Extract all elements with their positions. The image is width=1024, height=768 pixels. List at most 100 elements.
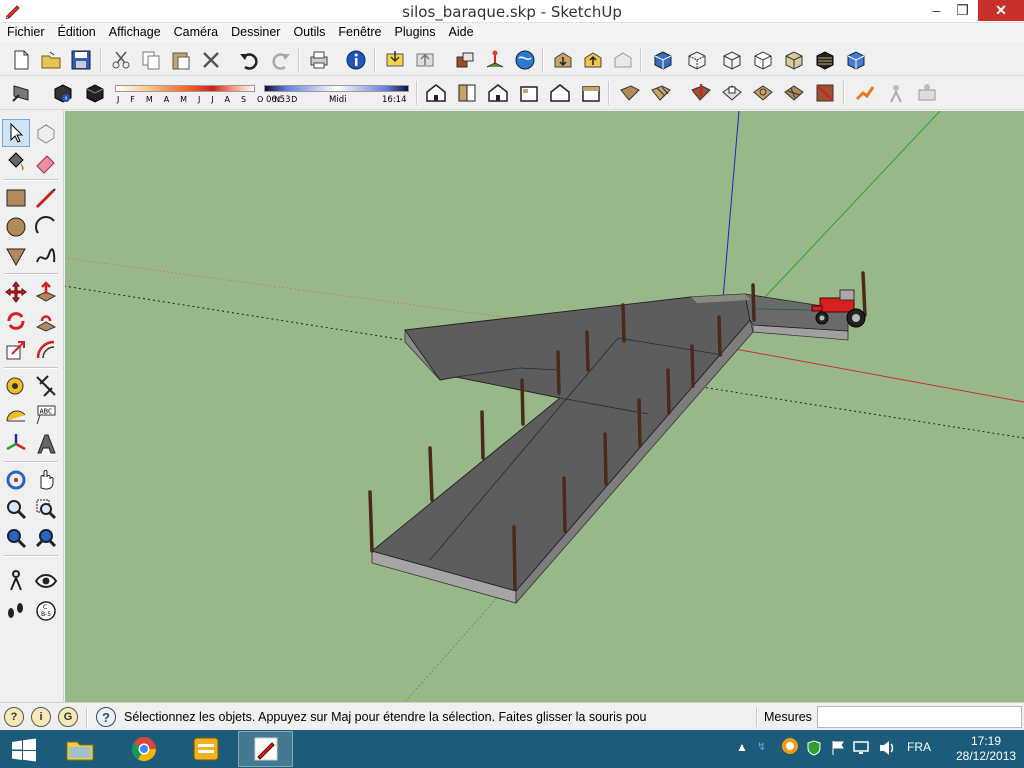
- dimension-tool-icon[interactable]: [32, 372, 60, 400]
- pan-tool-icon[interactable]: [32, 466, 60, 494]
- line-tool-icon[interactable]: [32, 184, 60, 212]
- walk-tool-icon[interactable]: [2, 597, 30, 625]
- look-around-tool-icon[interactable]: [32, 567, 60, 595]
- text-tool-icon[interactable]: ABC: [32, 401, 60, 429]
- circle-tool-icon[interactable]: [2, 213, 30, 241]
- share-model-icon[interactable]: [412, 47, 437, 72]
- wireframe-icon[interactable]: [719, 47, 744, 72]
- shadow-time-slider[interactable]: 06:53 Midi 16:14: [264, 79, 409, 107]
- xray-icon[interactable]: [650, 47, 675, 72]
- close-button[interactable]: ✕: [978, 0, 1024, 21]
- minimize-button[interactable]: –: [922, 0, 951, 21]
- zoom-window-icon[interactable]: [32, 495, 60, 523]
- measures-input[interactable]: [817, 706, 1022, 728]
- back-view-icon[interactable]: [547, 80, 572, 105]
- add-detail-icon[interactable]: [781, 80, 806, 105]
- tray-network-icon[interactable]: [853, 740, 871, 759]
- model-info-icon[interactable]: [343, 47, 368, 72]
- arc-tool-icon[interactable]: [32, 213, 60, 241]
- rotate-tool-icon[interactable]: [2, 307, 30, 335]
- shaded-textures-icon[interactable]: [812, 47, 837, 72]
- get-models-icon[interactable]: [382, 47, 407, 72]
- menu-camera[interactable]: Caméra: [167, 23, 224, 39]
- save-icon[interactable]: [68, 47, 93, 72]
- menu-edition[interactable]: Édition: [51, 23, 102, 39]
- tray-clock[interactable]: 17:19 28/12/2013: [956, 734, 1016, 764]
- sandbox-scratch-icon[interactable]: [648, 80, 673, 105]
- scale-tool-icon[interactable]: [2, 336, 30, 364]
- drawing-viewport[interactable]: [65, 111, 1024, 702]
- stamp-icon[interactable]: [719, 80, 744, 105]
- position-camera-icon[interactable]: [883, 80, 908, 105]
- polygon-tool-icon[interactable]: [2, 242, 30, 270]
- zoom-tool-icon[interactable]: [2, 495, 30, 523]
- make-component-icon[interactable]: [32, 119, 60, 147]
- geo-location-icon[interactable]: ?: [4, 707, 24, 727]
- freehand-tool-icon[interactable]: [32, 242, 60, 270]
- erase-selection-icon[interactable]: [198, 47, 223, 72]
- move-tool-icon[interactable]: [2, 278, 30, 306]
- paint-bucket-icon[interactable]: [2, 148, 30, 176]
- position-camera-tool-icon[interactable]: [2, 567, 30, 595]
- iso-view-icon[interactable]: [423, 80, 448, 105]
- push-pull-tool-icon[interactable]: [32, 278, 60, 306]
- paste-icon[interactable]: [168, 47, 193, 72]
- shadow-month-slider[interactable]: J F M A M J J A S O N D: [115, 79, 297, 107]
- menu-affichage[interactable]: Affichage: [102, 23, 167, 39]
- copy-icon[interactable]: [138, 47, 163, 72]
- smoove-icon[interactable]: [688, 80, 713, 105]
- warehouse-share-icon[interactable]: [580, 47, 605, 72]
- menu-fichier[interactable]: Fichier: [0, 23, 51, 39]
- tray-flag-icon[interactable]: [830, 740, 846, 759]
- undo-icon[interactable]: [236, 47, 261, 72]
- menu-fenetre[interactable]: Fenêtre: [331, 23, 387, 39]
- 3d-text-icon[interactable]: [32, 430, 60, 458]
- back-edges-icon[interactable]: [684, 47, 709, 72]
- select-tool-icon[interactable]: [2, 119, 30, 147]
- rectangle-tool-icon[interactable]: [2, 184, 30, 212]
- taskbar-file-explorer[interactable]: [52, 731, 107, 767]
- eraser-icon[interactable]: [32, 148, 60, 176]
- open-file-icon[interactable]: [38, 47, 63, 72]
- drape-icon[interactable]: [750, 80, 775, 105]
- sandbox-contours-icon[interactable]: [617, 80, 642, 105]
- walk-through-icon[interactable]: [852, 80, 877, 105]
- zoom-previous-icon[interactable]: [2, 524, 30, 552]
- top-view-icon[interactable]: [454, 80, 479, 105]
- tray-network-app-icon[interactable]: ↯: [757, 740, 766, 753]
- menu-dessiner[interactable]: Dessiner: [224, 23, 286, 39]
- tray-volume-icon[interactable]: [878, 740, 896, 759]
- tray-expand-icon[interactable]: ▲: [736, 740, 748, 754]
- left-view-icon[interactable]: [578, 80, 603, 105]
- sign-in-icon[interactable]: G: [58, 707, 78, 727]
- zoom-extents-icon[interactable]: [32, 524, 60, 552]
- flip-edge-icon[interactable]: [812, 80, 837, 105]
- display-shadows-icon[interactable]: [82, 80, 107, 105]
- google-earth-icon[interactable]: [512, 47, 537, 72]
- protractor-icon[interactable]: [2, 401, 30, 429]
- offset-tool-icon[interactable]: [32, 336, 60, 364]
- hidden-line-icon[interactable]: [750, 47, 775, 72]
- tray-orange-icon[interactable]: [781, 737, 799, 758]
- follow-me-tool-icon[interactable]: [32, 307, 60, 335]
- taskbar-sketchup[interactable]: [238, 731, 293, 767]
- restore-button[interactable]: ❐: [948, 0, 977, 21]
- menu-outils[interactable]: Outils: [286, 23, 331, 39]
- menu-aide[interactable]: Aide: [442, 23, 480, 39]
- add-location-icon[interactable]: [482, 47, 507, 72]
- section-plane-tool-icon[interactable]: C B-5: [32, 597, 60, 625]
- shadow-settings-icon[interactable]: [50, 80, 75, 105]
- windows-start-icon[interactable]: [10, 738, 38, 762]
- right-view-icon[interactable]: [516, 80, 541, 105]
- tape-measure-icon[interactable]: [2, 372, 30, 400]
- new-file-icon[interactable]: [8, 47, 33, 72]
- warehouse-get-icon[interactable]: [550, 47, 575, 72]
- cut-icon[interactable]: [108, 47, 133, 72]
- redo-icon[interactable]: [268, 47, 293, 72]
- monochrome-icon[interactable]: [843, 47, 868, 72]
- tray-shield-icon[interactable]: [806, 740, 822, 759]
- section-plane-icon[interactable]: [8, 80, 33, 105]
- axes-tool-icon[interactable]: [2, 430, 30, 458]
- taskbar-chrome[interactable]: [116, 731, 171, 767]
- front-view-icon[interactable]: [485, 80, 510, 105]
